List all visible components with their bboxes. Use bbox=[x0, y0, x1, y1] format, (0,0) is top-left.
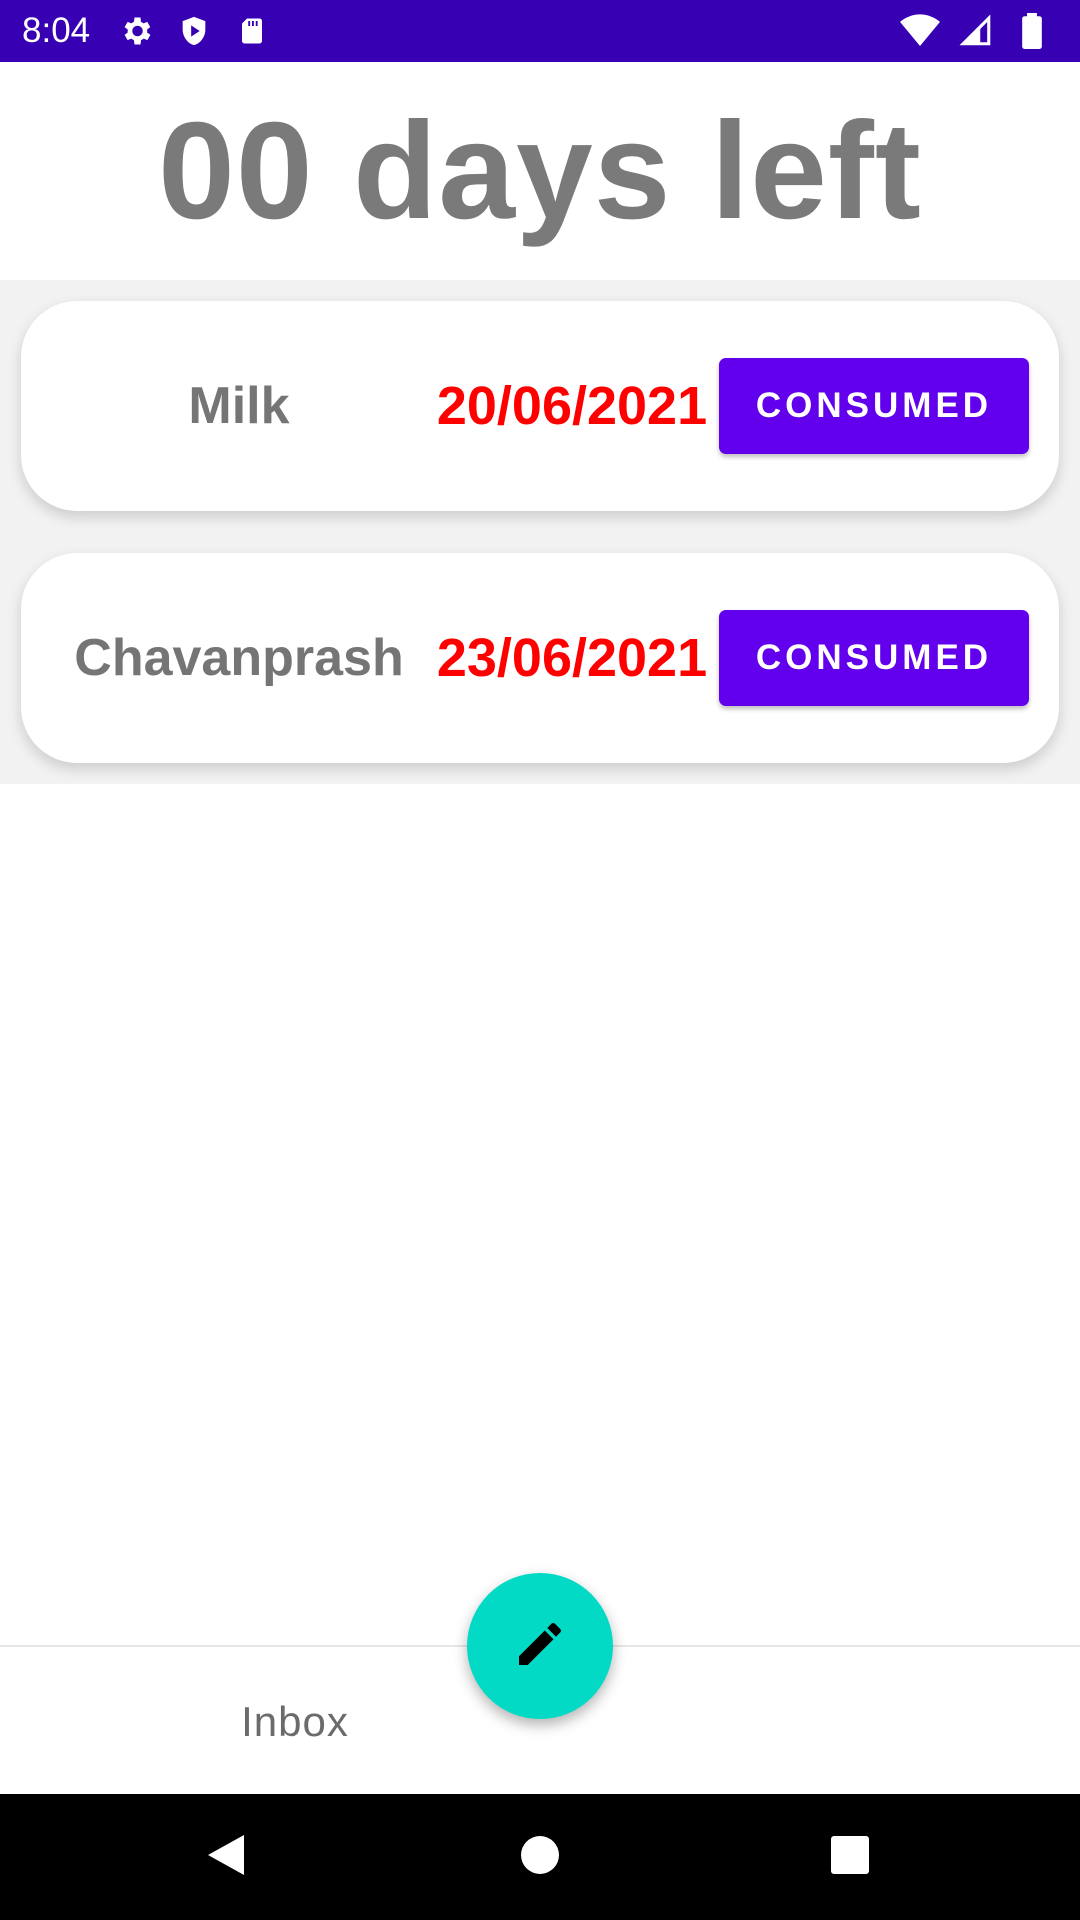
system-nav-bar bbox=[0, 1794, 1080, 1920]
status-right-icons bbox=[892, 0, 1060, 62]
inbox-tab[interactable]: Inbox bbox=[180, 1647, 410, 1796]
recents-icon bbox=[830, 1835, 870, 1880]
recents-button[interactable] bbox=[790, 1794, 910, 1920]
item-expiry-date: 20/06/2021 bbox=[436, 376, 708, 436]
status-bar: 8:04 bbox=[0, 0, 1080, 62]
back-icon bbox=[204, 1831, 248, 1884]
item-name: Chavanprash bbox=[74, 629, 404, 687]
list-item: Milk 20/06/2021 CONSUMED bbox=[21, 301, 1059, 511]
edit-fab-button[interactable] bbox=[467, 1573, 613, 1719]
days-left-counter: 00 days left bbox=[158, 93, 922, 248]
item-expiry-date: 23/06/2021 bbox=[436, 628, 708, 688]
home-icon bbox=[520, 1835, 560, 1880]
pencil-icon bbox=[512, 1616, 568, 1677]
app-screen: 8:04 00 days left Milk 20/06/2021 CONSUM… bbox=[0, 0, 1080, 1920]
item-name: Milk bbox=[188, 377, 290, 435]
sd-card-icon bbox=[232, 11, 272, 51]
header: 00 days left bbox=[0, 62, 1080, 280]
back-button[interactable] bbox=[166, 1794, 286, 1920]
consumed-button[interactable]: CONSUMED bbox=[719, 610, 1029, 706]
home-button[interactable] bbox=[480, 1794, 600, 1920]
consumed-button[interactable]: CONSUMED bbox=[719, 358, 1029, 454]
gear-icon bbox=[116, 11, 156, 51]
wifi-icon bbox=[900, 11, 940, 51]
battery-icon bbox=[1012, 11, 1052, 51]
list-item: Chavanprash 23/06/2021 CONSUMED bbox=[21, 553, 1059, 763]
shield-play-icon bbox=[174, 11, 214, 51]
status-time: 8:04 bbox=[22, 11, 91, 50]
signal-icon bbox=[956, 11, 996, 51]
item-list: Milk 20/06/2021 CONSUMED Chavanprash 23/… bbox=[0, 280, 1080, 784]
